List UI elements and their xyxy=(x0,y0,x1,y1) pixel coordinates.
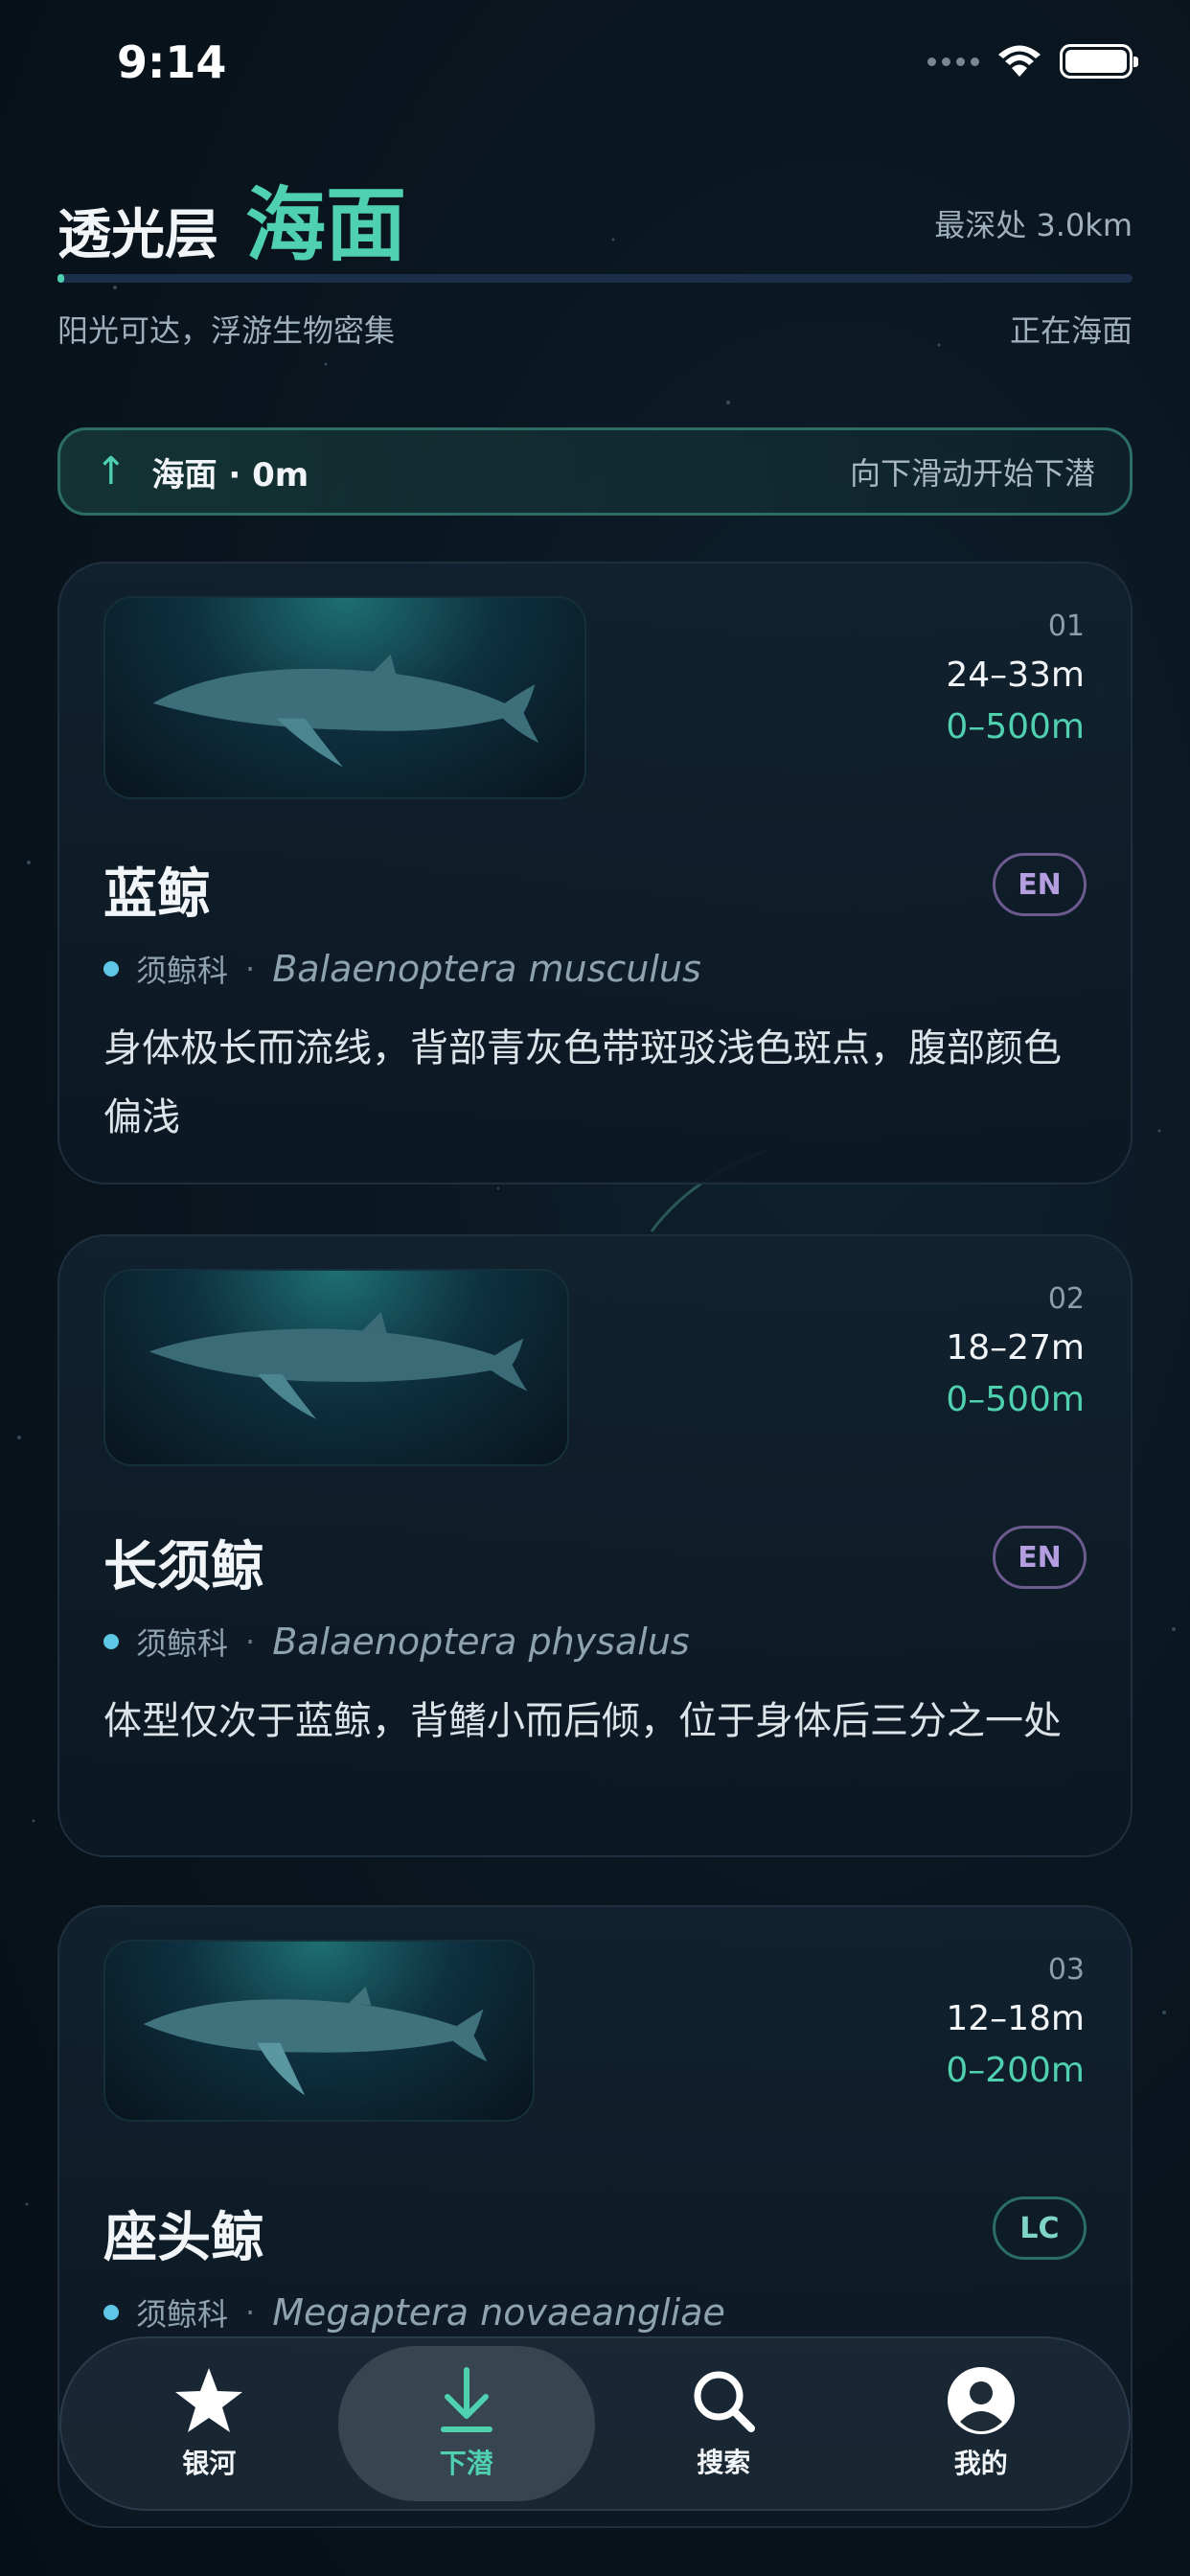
depth-progress-bar xyxy=(57,274,1133,283)
download-arrow-icon xyxy=(440,2367,492,2432)
up-arrow-icon: ↑ xyxy=(95,449,127,494)
species-depth-range: 0–200m xyxy=(946,2051,1085,2090)
tab-label: 下潜 xyxy=(439,2448,493,2479)
species-name: 座头鲸 xyxy=(103,2207,264,2269)
zone-name: 海面 xyxy=(245,178,407,272)
status-time: 9:14 xyxy=(117,36,227,88)
tab-label: 我的 xyxy=(953,2448,1008,2479)
species-latin-name: Balaenoptera musculus xyxy=(272,948,701,990)
species-card[interactable]: 02 18–27m 0–500m 长须鲸 EN 须鲸科 · Balaenopte… xyxy=(57,1234,1133,1857)
species-depth-range: 0–500m xyxy=(946,1380,1085,1419)
zone-status: 正在海面 xyxy=(1009,312,1133,349)
conservation-status-badge: EN xyxy=(993,1526,1087,1589)
species-index: 01 xyxy=(1047,610,1085,643)
tab-search[interactable]: 搜索 xyxy=(595,2346,853,2501)
search-icon xyxy=(694,2371,756,2432)
taxonomy-separator: · xyxy=(245,2294,256,2331)
conservation-status-badge: EN xyxy=(993,853,1087,916)
species-latin-name: Balaenoptera physalus xyxy=(272,1621,690,1663)
species-taxonomy: 须鲸科 · Balaenoptera musculus xyxy=(103,947,701,991)
depth-progress-fill xyxy=(57,274,64,283)
species-index: 03 xyxy=(1047,1953,1085,1987)
species-name: 蓝鲸 xyxy=(103,863,211,926)
tab-galaxy[interactable]: 银河 xyxy=(80,2346,338,2501)
cellular-signal-icon xyxy=(927,57,979,66)
taxonomy-separator: · xyxy=(245,1623,256,1660)
layer-name: 透光层 xyxy=(57,204,218,266)
species-family: 须鲸科 xyxy=(136,1625,229,1662)
depth-banner[interactable]: ↑ 海面 · 0m 向下滑动开始下潜 xyxy=(57,427,1133,516)
battery-icon xyxy=(1060,44,1138,79)
species-depth-range: 0–500m xyxy=(946,707,1085,747)
species-index: 02 xyxy=(1047,1282,1085,1316)
status-bar: 9:14 xyxy=(0,0,1190,125)
dive-hint: 向下滑动开始下潜 xyxy=(849,455,1095,492)
species-family: 须鲸科 xyxy=(136,2296,229,2333)
max-depth-label: 最深处 3.0km xyxy=(934,207,1133,243)
tab-profile[interactable]: 我的 xyxy=(853,2346,1110,2501)
taxonomy-separator: · xyxy=(245,951,256,987)
star-icon xyxy=(175,2368,243,2432)
bottom-tab-bar: 银河 下潜 搜索 我的 xyxy=(59,2336,1131,2511)
species-family: 须鲸科 xyxy=(136,953,229,989)
conservation-status-badge: LC xyxy=(993,2196,1087,2260)
status-icons xyxy=(927,44,1138,79)
species-description: 体型仅次于蓝鲸，背鳍小而后倾，位于身体后三分之一处 xyxy=(103,1699,1062,1743)
species-description: 身体极长而流线，背部青灰色带斑驳浅色斑点，腹部颜色偏浅 xyxy=(103,1026,1062,1139)
current-depth-label: 海面 · 0m xyxy=(151,455,309,494)
family-dot-icon xyxy=(103,961,119,977)
user-icon xyxy=(947,2367,1015,2434)
tab-label: 搜索 xyxy=(697,2447,751,2478)
species-latin-name: Megaptera novaeangliae xyxy=(272,2291,725,2334)
wifi-icon xyxy=(998,45,1041,77)
whale-image xyxy=(103,1940,535,2122)
tab-label: 银河 xyxy=(182,2448,237,2479)
family-dot-icon xyxy=(103,2305,119,2320)
whale-image xyxy=(103,1269,569,1466)
species-name: 长须鲸 xyxy=(103,1536,264,1598)
tab-dive[interactable]: 下潜 xyxy=(337,2346,595,2501)
zone-description: 阳光可达，浮游生物密集 xyxy=(57,312,396,349)
species-size: 18–27m xyxy=(946,1328,1085,1368)
species-size: 24–33m xyxy=(946,656,1085,695)
family-dot-icon xyxy=(103,1634,119,1649)
depth-header: 透光层 海面 最深处 3.0km 阳光可达，浮游生物密集 正在海面 xyxy=(57,161,1133,349)
species-taxonomy: 须鲸科 · Balaenoptera physalus xyxy=(103,1620,690,1664)
species-card[interactable]: 01 24–33m 0–500m 蓝鲸 EN 须鲸科 · Balaenopter… xyxy=(57,562,1133,1184)
species-size: 12–18m xyxy=(946,1999,1085,2038)
whale-image xyxy=(103,596,586,799)
species-taxonomy: 须鲸科 · Megaptera novaeangliae xyxy=(103,2290,725,2334)
